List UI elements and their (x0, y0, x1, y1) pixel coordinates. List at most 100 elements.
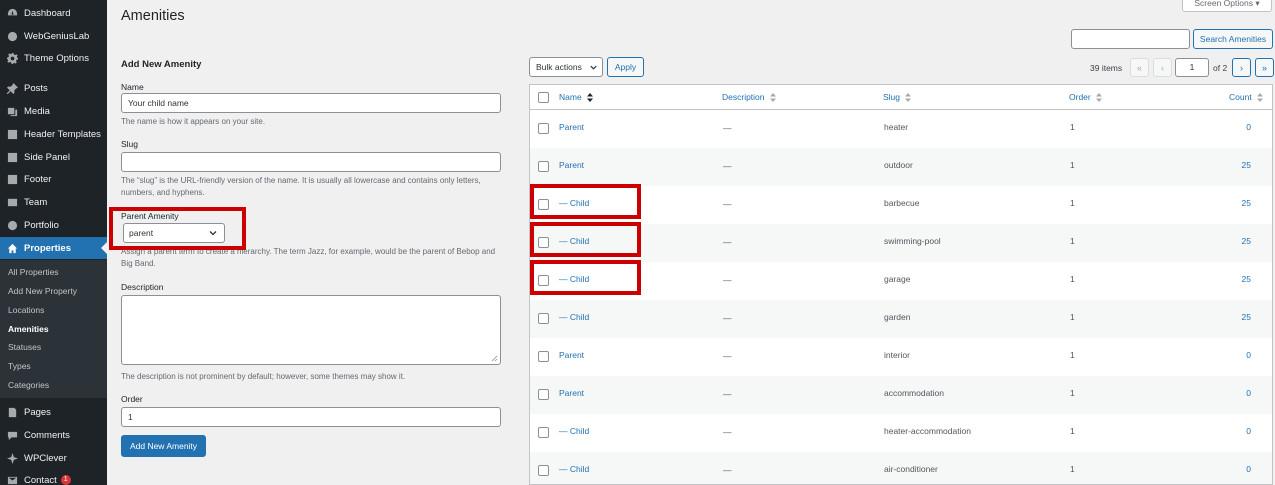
sidebar-item-properties[interactable]: Properties (0, 237, 107, 259)
row-checkbox[interactable] (538, 313, 549, 324)
sidebar-item-label: Team (24, 196, 48, 208)
term-count-link[interactable]: 25 (1242, 160, 1251, 170)
submenu-amenities[interactable]: Amenities (8, 324, 49, 334)
pages-icon (6, 406, 18, 418)
sidebar-item-header-templates[interactable]: Header Templates (0, 123, 107, 145)
sidebar-item-label: Pages (24, 406, 51, 418)
submenu-types[interactable]: Types (8, 361, 31, 371)
description-textarea[interactable] (121, 295, 501, 365)
search-input[interactable] (1071, 29, 1190, 49)
row-checkbox[interactable] (538, 199, 549, 210)
term-name-link[interactable]: — Child (559, 312, 589, 322)
sidebar-item-media[interactable]: Media (0, 100, 107, 122)
row-checkbox[interactable] (538, 351, 549, 362)
sidebar-item-contact[interactable]: Contact 1 (0, 469, 107, 485)
sidebar-item-pages[interactable]: Pages (0, 401, 107, 423)
screen-options-button[interactable]: Screen Options ▾ (1182, 0, 1272, 12)
sidebar-item-label: Portfolio (24, 219, 59, 231)
parent-amenity-select[interactable]: parent (123, 223, 225, 243)
add-new-amenity-button[interactable]: Add New Amenity (121, 435, 206, 457)
sidebar-item-side-panel[interactable]: Side Panel (0, 146, 107, 168)
slug-input[interactable] (121, 152, 501, 172)
term-count-link[interactable]: 25 (1242, 274, 1251, 284)
row-checkbox[interactable] (538, 275, 549, 286)
sidebar-item-wpclever[interactable]: WPClever (0, 447, 107, 469)
sidebar-item-dashboard[interactable]: Dashboard (0, 2, 107, 24)
submenu-statuses[interactable]: Statuses (8, 342, 41, 352)
term-description: — (723, 161, 732, 171)
row-checkbox[interactable] (538, 465, 549, 476)
column-slug[interactable]: Slug (883, 92, 912, 103)
sidebar-item-team[interactable]: Team (0, 191, 107, 213)
submenu-categories[interactable]: Categories (8, 380, 49, 390)
term-name-link[interactable]: Parent (559, 388, 584, 398)
submenu-all-properties[interactable]: All Properties (8, 267, 59, 277)
row-checkbox[interactable] (538, 427, 549, 438)
column-description[interactable]: Description (722, 92, 776, 103)
slug-label: Slug (121, 139, 139, 149)
submenu-add-new-property[interactable]: Add New Property (8, 286, 77, 296)
pin-icon (6, 82, 18, 94)
sidebar-item-label: Dashboard (24, 7, 71, 19)
term-count-link[interactable]: 0 (1246, 464, 1251, 474)
row-checkbox[interactable] (538, 123, 549, 134)
term-count-link[interactable]: 25 (1242, 236, 1251, 246)
admin-sidebar: Dashboard WebGeniusLab Theme Options Pos… (0, 0, 107, 485)
sidebar-item-label: Media (24, 105, 50, 117)
term-slug: heater-accommodation (884, 426, 971, 436)
table-header: Name Description Slug Order Count (530, 85, 1272, 110)
name-input[interactable] (121, 93, 501, 113)
submenu-locations[interactable]: Locations (8, 305, 44, 315)
term-order: 1 (1070, 160, 1075, 170)
sidebar-item-portfolio[interactable]: Portfolio (0, 214, 107, 236)
sidebar-item-footer[interactable]: Footer (0, 168, 107, 190)
term-name-link[interactable]: — Child (559, 236, 589, 246)
table-row: — Child — air-conditioner 1 0 (530, 452, 1272, 484)
column-name[interactable]: Name (559, 92, 594, 103)
term-name-link[interactable]: — Child (559, 464, 589, 474)
term-name-link[interactable]: — Child (559, 426, 589, 436)
term-slug: garden (884, 312, 911, 322)
order-label: Order (121, 394, 143, 404)
search-amenities-button[interactable]: Search Amenities (1193, 29, 1273, 49)
last-page-button[interactable]: » (1255, 58, 1274, 77)
next-page-button[interactable]: › (1232, 58, 1251, 77)
current-page-input[interactable]: 1 (1175, 58, 1209, 77)
term-count-link[interactable]: 0 (1246, 122, 1251, 132)
sidebar-item-comments[interactable]: Comments (0, 424, 107, 446)
sidebar-item-theme-options[interactable]: Theme Options (0, 47, 107, 69)
sidebar-item-label: WebGeniusLab (24, 30, 90, 42)
term-count-link[interactable]: 0 (1246, 350, 1251, 360)
slug-help: The “slug” is the URL-friendly version o… (121, 176, 481, 197)
term-description: — (723, 123, 732, 133)
mail-icon (6, 474, 18, 485)
term-count-link[interactable]: 0 (1246, 388, 1251, 398)
term-count-link[interactable]: 25 (1242, 198, 1251, 208)
order-input[interactable] (121, 407, 501, 427)
resize-handle-icon[interactable] (491, 355, 498, 362)
apply-button[interactable]: Apply (607, 57, 644, 77)
sidebar-item-label: Side Panel (24, 151, 70, 163)
bulk-actions-select[interactable]: Bulk actions (529, 57, 603, 77)
column-count[interactable]: Count (1229, 92, 1264, 103)
sidebar-item-webgeniuslab[interactable]: WebGeniusLab (0, 25, 107, 47)
row-checkbox[interactable] (538, 237, 549, 248)
term-count-link[interactable]: 25 (1242, 312, 1251, 322)
select-all-checkbox[interactable] (538, 92, 549, 103)
row-checkbox[interactable] (538, 161, 549, 172)
term-name-link[interactable]: — Child (559, 274, 589, 284)
term-name-link[interactable]: Parent (559, 160, 584, 170)
term-name-link[interactable]: Parent (559, 122, 584, 132)
row-checkbox[interactable] (538, 389, 549, 400)
sidebar-item-posts[interactable]: Posts (0, 77, 107, 99)
term-name-link[interactable]: — Child (559, 198, 589, 208)
term-order: 1 (1070, 388, 1075, 398)
description-label: Description (121, 282, 164, 292)
term-count-link[interactable]: 0 (1246, 426, 1251, 436)
table-row: — Child — garden 1 25 (530, 300, 1272, 338)
chevron-down-icon (209, 231, 217, 236)
template-icon (6, 173, 18, 185)
column-order[interactable]: Order (1069, 92, 1103, 103)
term-slug: swimming-pool (884, 236, 941, 246)
term-name-link[interactable]: Parent (559, 350, 584, 360)
